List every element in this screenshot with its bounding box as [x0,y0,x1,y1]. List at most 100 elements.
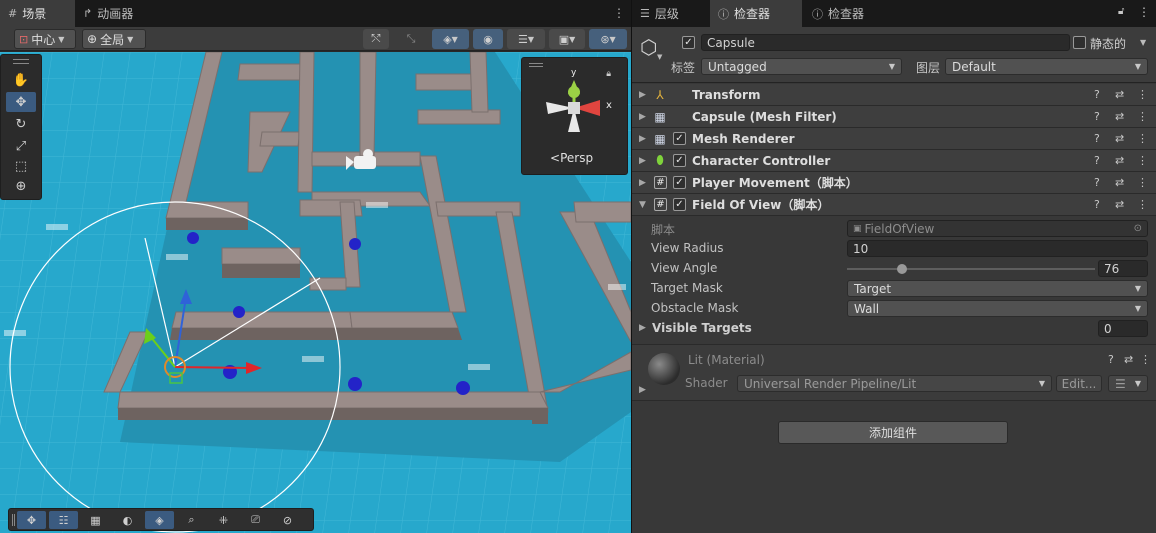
chevron-right-icon[interactable]: ▶ [639,385,646,395]
preset-icon[interactable]: ⇄ [1115,110,1124,123]
component-transform[interactable]: ▶ ⅄ Transform ? ⇄ ⋮ [632,84,1156,106]
chevron-down-icon[interactable]: ▼ [1140,38,1146,47]
chevron-right-icon[interactable]: ▶ [639,112,646,122]
chevron-right-icon[interactable]: ▶ [639,134,646,144]
panel-divider[interactable] [631,0,632,533]
tab-inspector-1[interactable]: ⓘ 检查器 [710,0,802,27]
snap-increment-button[interactable]: ⤡ [398,29,424,49]
component-enabled-checkbox[interactable]: ✓ [673,198,686,211]
gizmos-button[interactable]: ⊛ ▼ [589,29,627,49]
obstacle-mask-dropdown[interactable]: Wall ▼ [847,300,1148,317]
pivot-dropdown[interactable]: ⊡ 中心 ▼ [14,29,76,49]
component-mesh-renderer[interactable]: ▶ ▦ ✓ Mesh Renderer ? ⇄ ⋮ [632,128,1156,150]
chevron-right-icon[interactable]: ▶ [639,178,646,188]
object-name-field[interactable]: Capsule [701,34,1070,51]
space-label: 全局 [100,32,125,47]
view-angle-field[interactable]: 76 [1098,260,1148,277]
orientation-gizmo[interactable]: 🔒︎ y x <Persp [521,57,628,175]
active-checkbox[interactable]: ✓ [682,36,695,49]
material-menu-icon[interactable]: ⋮ [1140,353,1151,366]
preset-icon[interactable]: ⇄ [1115,154,1124,167]
preset-icon[interactable]: ⇄ [1124,353,1133,366]
preset-icon[interactable]: ⇄ [1115,176,1124,189]
overlay-camera-button[interactable]: ⎚ [241,511,270,529]
help-icon[interactable]: ? [1108,353,1114,366]
tab-animator[interactable]: ↱ 动画器 [75,0,141,27]
help-icon[interactable]: ? [1094,132,1100,145]
rotate-tool-button[interactable]: ↻ [6,114,36,134]
shader-dropdown[interactable]: Universal Render Pipeline/Lit ▼ [737,375,1052,392]
overlay-move-button[interactable]: ✥ [17,511,46,529]
visible-targets-count-field[interactable]: 0 [1098,320,1148,337]
scale-tool-button[interactable]: ⤢ [6,136,36,156]
chevron-down-icon: ▼ [1134,304,1141,313]
slider-thumb[interactable] [897,264,907,274]
component-field-of-view[interactable]: ▼ # ✓ Field Of View（脚本） ? ⇄ ⋮ [632,194,1156,216]
component-mesh-filter[interactable]: ▶ ▦ Capsule (Mesh Filter) ? ⇄ ⋮ [632,106,1156,128]
tools-drag-handle[interactable] [13,59,29,64]
tab-scene[interactable]: # 场景 [0,0,75,27]
component-player-movement[interactable]: ▶ # ✓ Player Movement（脚本） ? ⇄ ⋮ [632,172,1156,194]
rect-tool-button[interactable]: ⬚ [6,156,36,176]
help-icon[interactable]: ? [1094,88,1100,101]
chevron-down-icon[interactable]: ▼ [657,53,662,61]
preset-icon[interactable]: ⇄ [1115,198,1124,211]
overlay-drag-handle[interactable] [12,514,15,526]
help-icon[interactable]: ? [1094,110,1100,123]
target-mask-dropdown[interactable]: Target ▼ [847,280,1148,297]
component-menu-icon[interactable]: ⋮ [1137,132,1148,145]
tab-inspector-2[interactable]: ⓘ 检查器 [804,0,896,27]
layer-dropdown[interactable]: Default ▼ [945,58,1148,75]
layers-button[interactable]: ☰ ▼ [507,29,545,49]
preset-icon[interactable]: ⇄ [1115,132,1124,145]
component-name: Capsule (Mesh Filter) [692,109,837,124]
component-enabled-checkbox[interactable]: ✓ [673,132,686,145]
view-radius-field[interactable]: 10 [847,240,1148,257]
overlay-snap-button[interactable]: ⁜ [209,511,238,529]
component-character-controller[interactable]: ▶ ⬮ ✓ Character Controller ? ⇄ ⋮ [632,150,1156,172]
move-tool-button[interactable]: ✥ [6,92,36,112]
chevron-right-icon[interactable]: ▶ [639,90,646,100]
chevron-down-icon[interactable]: ▼ [639,200,646,210]
transform-tool-button[interactable]: ⊕ [6,176,36,196]
component-enabled-checkbox[interactable]: ✓ [673,154,686,167]
add-component-button[interactable]: 添加组件 [778,421,1008,444]
projection-toggle[interactable]: <Persp [550,151,593,165]
static-checkbox[interactable] [1073,36,1086,49]
help-icon[interactable]: ? [1094,198,1100,211]
chevron-right-icon[interactable]: ▶ [639,156,646,166]
chevron-right-icon[interactable]: ▶ [639,323,646,333]
view-angle-slider[interactable] [847,260,1095,277]
overlay-layers-button[interactable]: ◈ [145,511,174,529]
overlay-search-button[interactable]: ⌕ [177,511,206,529]
edit-shader-button[interactable]: Edit... [1056,375,1102,392]
component-name: Player Movement（脚本） [692,176,858,190]
overlay-grid-button[interactable]: ▦ [81,511,110,529]
shader-options-dropdown[interactable]: ☰ ▼ [1108,375,1148,392]
component-menu-icon[interactable]: ⋮ [1137,88,1148,101]
component-menu-icon[interactable]: ⋮ [1137,154,1148,167]
draw-mode-button[interactable]: ◈ ▼ [432,29,469,49]
component-menu-icon[interactable]: ⋮ [1137,198,1148,211]
scene-toolbar: ⊡ 中心 ▼ ⊕ 全局 ▼ ⤲ ⤡ ◈ ▼ ◉ ☰ ▼ ▣ ▼ ⊛ ▼ [0,27,631,51]
hand-tool-button[interactable]: ✋ [6,70,36,90]
component-menu-icon[interactable]: ⋮ [1137,176,1148,189]
component-enabled-checkbox[interactable]: ✓ [673,176,686,189]
lock-icon[interactable]: 🔓︎ [1118,6,1124,17]
visibility-button[interactable]: ◉ [473,29,503,49]
preset-icon[interactable]: ⇄ [1115,88,1124,101]
help-icon[interactable]: ? [1094,176,1100,189]
space-dropdown[interactable]: ⊕ 全局 ▼ [82,29,146,49]
inspector-menu-icon[interactable]: ⋮ [1138,5,1150,19]
camera-button[interactable]: ▣ ▼ [549,29,585,49]
overlay-compass-button[interactable]: ⊘ [273,511,302,529]
visible-targets-label[interactable]: Visible Targets [652,321,752,335]
tab-hierarchy[interactable]: ☰ 层级 [632,0,710,27]
tag-dropdown[interactable]: Untagged ▼ [701,58,902,75]
help-icon[interactable]: ? [1094,154,1100,167]
scene-tab-menu-icon[interactable]: ⋮ [613,6,625,20]
overlay-shading-button[interactable]: ◐ [113,511,142,529]
grid-snap-button[interactable]: ⤲ [363,29,389,49]
component-menu-icon[interactable]: ⋮ [1137,110,1148,123]
overlay-align-button[interactable]: ☷ [49,511,78,529]
